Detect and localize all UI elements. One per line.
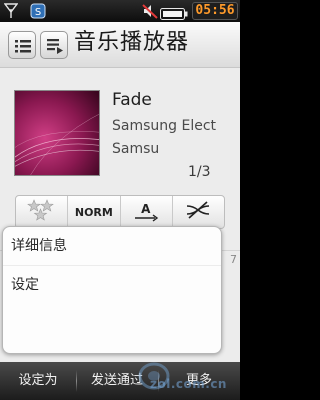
repeat-mode-button[interactable]: A — [121, 196, 173, 228]
track-artist: Samsung Elect — [112, 118, 217, 134]
softkey-set-as[interactable]: 设定为 — [0, 362, 76, 400]
status-bar: S 05:56 — [0, 0, 240, 22]
progress-time: 7 — [230, 253, 237, 266]
album-art[interactable] — [14, 90, 100, 176]
equalizer-mode-button[interactable]: NORM — [68, 196, 121, 228]
star-rating-icon — [25, 199, 59, 225]
svg-text:S: S — [35, 7, 41, 18]
signal-strength-icon — [3, 3, 19, 23]
muted-speaker-icon — [142, 3, 158, 23]
more-options-popup: 详细信息 设定 — [2, 226, 222, 354]
repeat-icon: A — [131, 202, 161, 222]
clock: 05:56 — [192, 2, 238, 20]
softkey-send-via[interactable]: 发送通过 — [76, 362, 158, 400]
rating-button[interactable] — [16, 196, 69, 228]
watermark-text: zol.com.cn — [150, 377, 227, 391]
menu-item-settings[interactable]: 设定 — [3, 265, 221, 303]
track-title: Fade — [112, 90, 152, 110]
messenger-icon: S — [30, 3, 46, 23]
app-header: 音乐播放器 — [0, 22, 240, 68]
track-position: 1/3 — [188, 164, 211, 180]
track-album: Samsu — [112, 141, 160, 157]
playback-options-bar: NORM A — [15, 195, 225, 229]
list-view-button[interactable] — [8, 31, 36, 59]
shuffle-off-icon — [183, 200, 213, 224]
shuffle-button[interactable] — [173, 196, 224, 228]
softkey-divider — [76, 370, 77, 392]
now-playing-list-button[interactable] — [40, 31, 68, 59]
menu-item-details[interactable]: 详细信息 — [3, 227, 221, 265]
eq-mode-label: NORM — [74, 205, 113, 219]
page-title: 音乐播放器 — [74, 30, 190, 55]
